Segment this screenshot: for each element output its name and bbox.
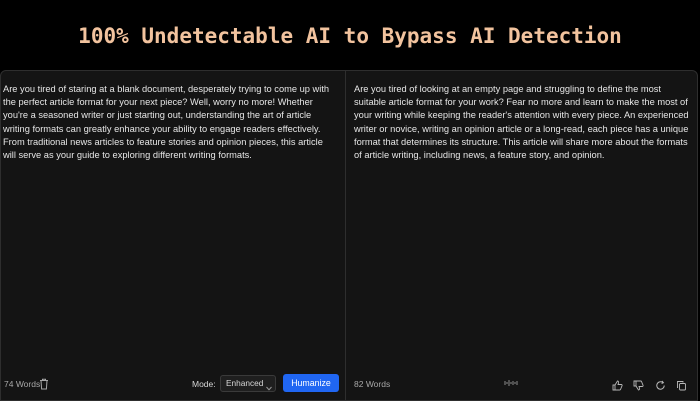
thumbs-up-icon[interactable] — [612, 378, 623, 391]
input-pane: Are you tired of staring at a blank docu… — [1, 71, 346, 400]
output-pane: Are you tired of looking at an empty pag… — [347, 71, 697, 400]
page: 100% Undetectable AI to Bypass AI Detect… — [0, 0, 700, 401]
mode-label: Mode: — [192, 379, 216, 389]
chevron-down-icon — [266, 381, 272, 391]
output-word-count: 82 Words — [354, 379, 391, 389]
thumbs-down-icon[interactable] — [633, 378, 644, 391]
output-text: Are you tired of looking at an empty pag… — [354, 84, 689, 161]
input-footer: 74 Words Mode: Enhanced Humanize — [1, 370, 345, 400]
page-title: 100% Undetectable AI to Bypass AI Detect… — [78, 24, 622, 48]
mode-select[interactable]: Enhanced — [220, 375, 276, 392]
humanizer-editor: Are you tired of staring at a blank docu… — [0, 70, 698, 401]
output-footer: 82 Words — [347, 370, 697, 400]
input-word-count: 74 Words — [4, 379, 41, 389]
input-textarea[interactable]: Are you tired of staring at a blank docu… — [3, 83, 336, 162]
mode-select-value: Enhanced — [226, 378, 264, 388]
copy-icon[interactable] — [676, 378, 687, 391]
sound-wave-icon — [504, 374, 518, 386]
trash-icon[interactable] — [39, 377, 49, 390]
refresh-icon[interactable] — [655, 378, 666, 390]
humanize-button[interactable]: Humanize — [283, 374, 339, 392]
